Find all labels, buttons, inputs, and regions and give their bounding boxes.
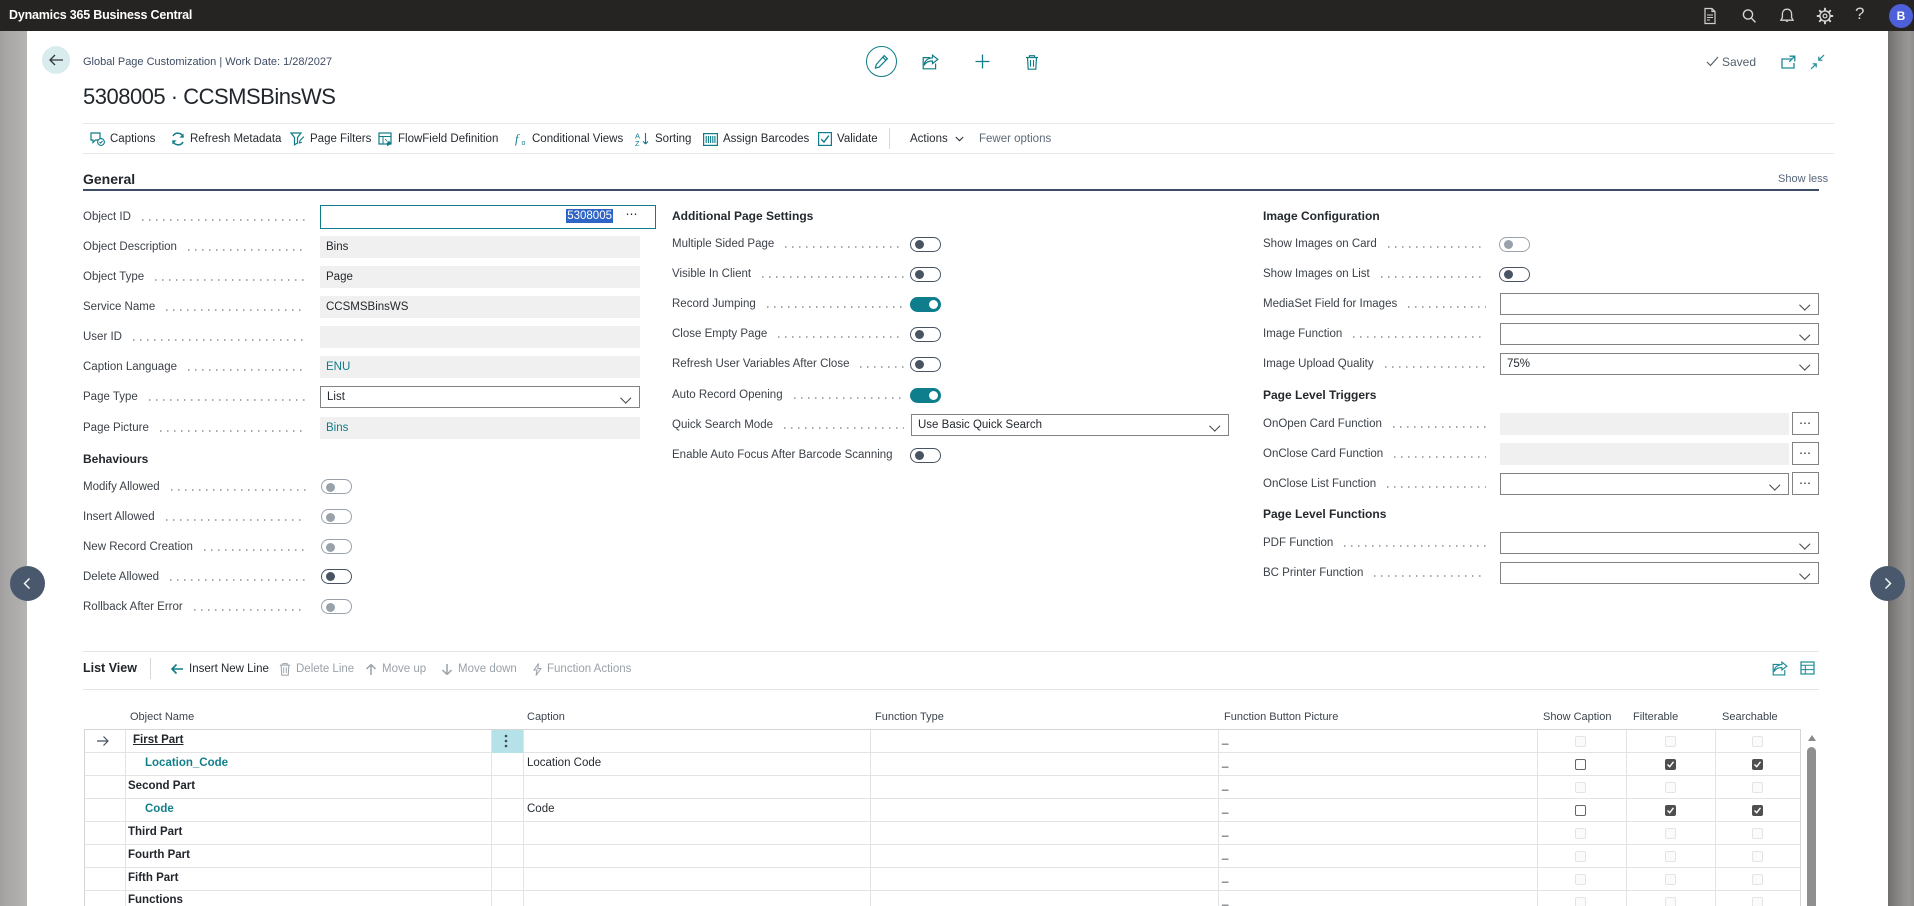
svg-text:Z: Z	[635, 139, 640, 146]
svg-text:f: f	[515, 132, 520, 146]
svg-text:o: o	[522, 140, 526, 146]
